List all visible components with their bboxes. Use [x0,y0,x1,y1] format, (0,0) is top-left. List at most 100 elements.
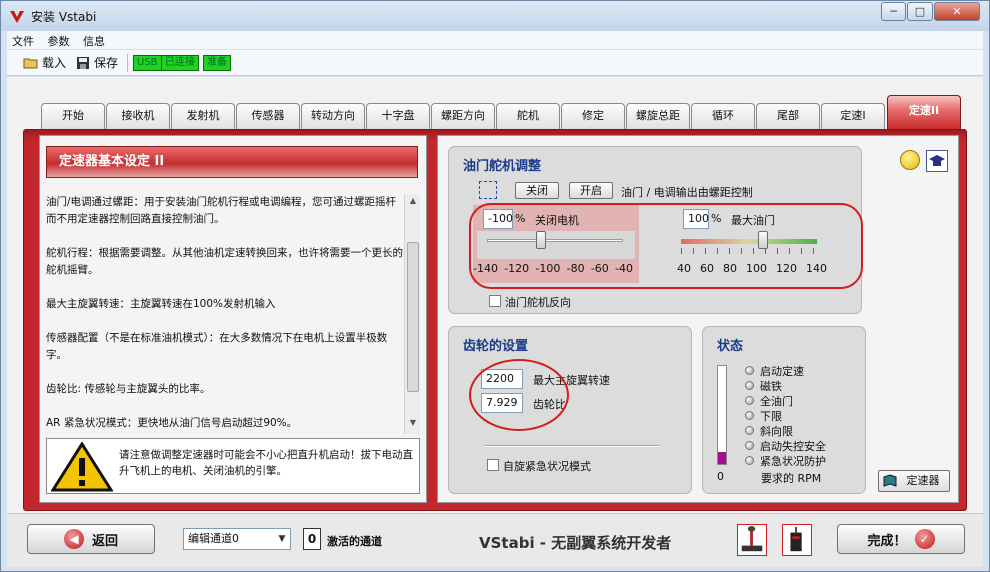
active-channel-label: 激活的通道 [327,535,382,548]
tab-rotation-direction[interactable]: 转动方向 [301,103,365,129]
status-item: 全油门 [745,393,826,408]
highlight-ring [469,359,569,431]
throttle-reverse-checkbox[interactable] [489,295,501,307]
smiley-icon[interactable] [900,150,920,170]
book-icon [883,474,897,487]
tab-swashplate[interactable]: 十字盘 [366,103,430,129]
throttle-close-button[interactable]: 关闭 [515,182,559,199]
throttle-reverse-label: 油门舵机反向 [505,296,571,309]
tab-governor-1[interactable]: 定速I [821,103,885,129]
tab-governor-2[interactable]: 定速II [887,95,961,129]
title-bar: 安装 Vstabi ─ □ ✕ [1,1,989,31]
autorotation-checkbox[interactable] [487,459,499,471]
ready-indicator: 准备 [203,55,231,71]
tab-transmitter[interactable]: 发射机 [171,103,235,129]
status-led-icon [745,426,754,435]
toolbar: 载入 保存 USB 已连接 准备 [7,50,983,76]
status-led-icon [745,396,754,405]
active-channel-count: 0 [303,528,321,550]
transmitter-icon[interactable] [782,524,812,556]
finish-button[interactable]: 完成！ ✓ [837,524,965,554]
tab-collective-pitch[interactable]: 螺旋总距 [626,103,690,129]
scroll-down-icon[interactable]: ▼ [405,418,421,432]
status-group-title: 状态 [717,339,744,354]
open-folder-icon [23,58,38,68]
back-arrow-icon: ◀ [63,529,84,549]
tab-cyclic[interactable]: 循环 [691,103,755,129]
graduation-cap-icon[interactable] [926,150,948,172]
minimize-button[interactable]: ─ [881,2,906,21]
status-led-icon [745,441,754,450]
help-paragraph: 油门/电调通过螺距：用于安装油门舵机行程或电调编程，您可通过螺距摇杆而不用定速器… [46,196,397,225]
gear-group-title: 齿轮的设置 [463,339,529,354]
stick-icon[interactable] [737,524,767,556]
rpm-bar-label: 要求的 RPM [761,472,822,485]
tab-trim[interactable]: 修定 [561,103,625,129]
governor-button[interactable]: 定速器 [878,470,950,492]
app-window: 安装 Vstabi ─ □ ✕ 文件 参数 信息 载入 保存 USB 已连接 准… [0,0,990,572]
save-button[interactable]: 保存 [75,54,118,71]
floppy-disk-icon [77,56,89,69]
warning-text: 请注意做调整定速器时可能会不小心把直升机启动！拔下电动直升飞机上的电机、关闭油机… [119,449,413,477]
load-button[interactable]: 载入 [23,54,66,71]
maximize-button[interactable]: □ [907,2,933,21]
tab-pitch-direction[interactable]: 螺距方向 [431,103,495,129]
help-header: 定速器基本设定 II [46,146,418,178]
status-led-icon [745,456,754,465]
channel-select[interactable]: 编辑通道0 ▼ [183,528,291,550]
status-group: 状态 启动定速 磁铁 全油门 下限 斜向限 启动失控安全 紧急状况防护 0 要求… [702,326,866,494]
tab-sensor[interactable]: 传感器 [236,103,300,129]
tab-tail[interactable]: 尾部 [756,103,820,129]
selection-placeholder [479,181,497,199]
menu-bar: 文件 参数 信息 [7,31,983,49]
help-paragraph: 最大主旋翼转速：主旋翼转速在100%发射机输入 [46,298,276,310]
throttle-open-button[interactable]: 开启 [569,182,613,199]
app-logo-icon [10,11,24,23]
throttle-group: 油门舵机调整 关闭 开启 油门 / 电调输出由螺距控制 -100 % 关闭电机 … [448,146,863,314]
scroll-thumb[interactable] [407,242,419,392]
warning-box: 请注意做调整定速器时可能会不小心把直升机启动！拔下电动直升飞机上的电机、关闭油机… [46,438,420,494]
rpm-bar-value: 0 [717,470,724,483]
menu-parameters[interactable]: 参数 [43,31,75,51]
status-led-icon [745,411,754,420]
status-item: 磁铁 [745,378,826,393]
warning-icon [51,442,113,492]
gear-group: 齿轮的设置 2200 最大主旋翼转速 7.929 齿轮比 自旋紧急状况模式 [448,326,692,494]
status-item: 下限 [745,408,826,423]
check-icon: ✓ [914,529,935,549]
tab-receiver[interactable]: 接收机 [106,103,170,129]
help-paragraph: 齿轮比: 传感轮与主旋翼头的比率。 [46,383,211,395]
brand-text: VStabi - 无副翼系统开发者 [479,534,672,552]
help-panel: 定速器基本设定 II 油门/电调通过螺距：用于安装油门舵机行程或电调编程，您可通… [39,135,427,503]
status-item: 斜向限 [745,423,826,438]
menu-info[interactable]: 信息 [78,31,110,51]
rpm-level-bar [717,365,727,465]
chevron-down-icon: ▼ [278,534,286,544]
status-led-icon [745,366,754,375]
window-title: 安装 Vstabi [31,10,97,24]
help-paragraph: 传感器配置（不是在标准油机模式）：在大多数情况下在电机上设置半极数字。 [46,332,388,361]
help-scrollbar[interactable]: ▲ ▼ [404,194,420,434]
tab-servo[interactable]: 舵机 [496,103,560,129]
usb-indicator: USB [133,55,162,71]
save-label: 保存 [94,56,119,70]
close-button[interactable]: ✕ [934,2,980,21]
tab-start[interactable]: 开始 [41,103,105,129]
settings-panel: 油门舵机调整 关闭 开启 油门 / 电调输出由螺距控制 -100 % 关闭电机 … [437,135,959,503]
main-client-area: 开始 接收机 发射机 传感器 转动方向 十字盘 螺距方向 舵机 修定 螺旋总距 … [7,77,983,567]
status-item: 启动失控安全 [745,438,826,453]
help-paragraph: AR 紧急状况模式：更快地从油门信号启动超过90%。 [46,417,298,429]
status-led-icon [745,381,754,390]
help-text[interactable]: 油门/电调通过螺距：用于安装油门舵机行程或电调编程，您可通过螺距摇杆而不用定速器… [46,194,404,434]
menu-file[interactable]: 文件 [7,31,39,51]
throttle-group-title: 油门舵机调整 [463,159,542,174]
throttle-description: 油门 / 电调输出由螺距控制 [621,186,753,199]
scroll-up-icon[interactable]: ▲ [405,196,421,210]
highlight-ring [469,203,863,289]
load-label: 载入 [42,56,67,70]
status-item: 紧急状况防护 [745,453,826,468]
help-paragraph: 舵机行程：根据需要调整。从其他油机定速转换回来，也许将需要一个更长的舵机摇臂。 [46,247,403,276]
back-button[interactable]: ◀ 返回 [27,524,155,554]
autorotation-label: 自旋紧急状况模式 [503,460,591,473]
status-item: 启动定速 [745,363,826,378]
